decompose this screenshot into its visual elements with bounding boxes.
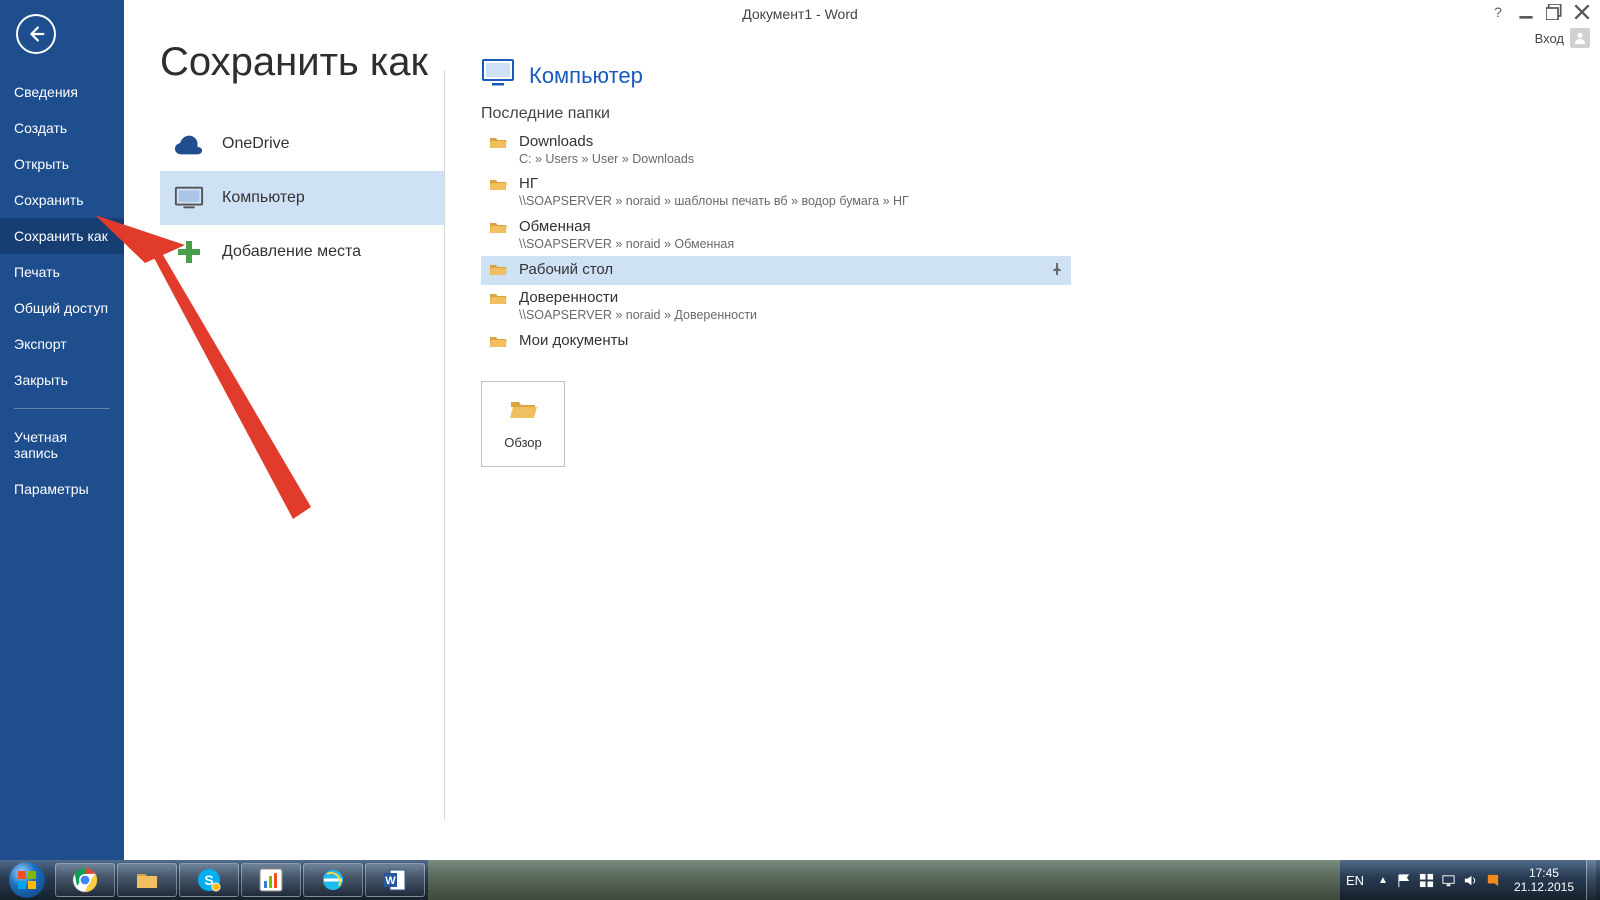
nav-item-close[interactable]: Закрыть — [0, 362, 124, 398]
recent-folder-row[interactable]: DownloadsC: » Users » User » Downloads — [481, 129, 1071, 171]
folder-name: Мои документы — [519, 332, 628, 351]
nav-item-options[interactable]: Параметры — [0, 471, 124, 507]
folder-icon — [489, 133, 507, 154]
computer-icon — [174, 185, 204, 211]
pin-icon[interactable] — [1051, 262, 1063, 280]
place-computer[interactable]: Компьютер — [160, 171, 444, 225]
recent-folder-row[interactable]: Обменная\\SOAPSERVER » noraid » Обменная — [481, 214, 1071, 256]
place-onedrive[interactable]: OneDrive — [160, 117, 444, 171]
folder-icon — [489, 260, 507, 281]
show-desktop-button[interactable] — [1586, 860, 1596, 900]
close-window-button[interactable] — [1574, 4, 1590, 20]
panel-title: Компьютер — [529, 63, 643, 89]
tray-flag-icon[interactable] — [1396, 871, 1414, 889]
taskbar-background — [428, 860, 1340, 900]
tray-network-icon[interactable] — [1440, 871, 1458, 889]
folder-name: Рабочий стол — [519, 261, 613, 280]
recent-folders-list: DownloadsC: » Users » User » DownloadsНГ… — [481, 129, 1071, 357]
folder-path: \\SOAPSERVER » noraid » Доверенности — [519, 308, 757, 324]
folder-name: Downloads — [519, 133, 694, 152]
tray-apps-icon[interactable] — [1418, 871, 1436, 889]
place-addplace[interactable]: Добавление места — [160, 225, 444, 279]
tray-language[interactable]: EN — [1340, 873, 1370, 888]
svg-text:W: W — [385, 875, 396, 887]
computer-icon — [481, 58, 515, 93]
taskbar: S W EN ▲ 17:45 21.12.2015 — [0, 860, 1600, 900]
backstage-nav: Сведения Создать Открыть Сохранить Сохра… — [0, 0, 124, 860]
back-button[interactable] — [16, 14, 56, 54]
folder-path: \\SOAPSERVER » noraid » Обменная — [519, 237, 734, 253]
folder-icon — [489, 289, 507, 310]
nav-item-share[interactable]: Общий доступ — [0, 290, 124, 326]
start-button[interactable] — [0, 860, 54, 900]
nav-item-print[interactable]: Печать — [0, 254, 124, 290]
page-title: Сохранить как — [160, 40, 444, 85]
taskbar-ie[interactable] — [303, 863, 363, 897]
restore-button[interactable] — [1546, 4, 1562, 20]
onedrive-icon — [174, 131, 204, 157]
browse-button[interactable]: Обзор — [481, 381, 565, 467]
nav-item-open[interactable]: Открыть — [0, 146, 124, 182]
nav-item-account[interactable]: Учетная запись — [0, 419, 124, 471]
nav-separator — [14, 408, 110, 409]
recent-folder-row[interactable]: Рабочий стол — [481, 256, 1071, 285]
nav-item-create[interactable]: Создать — [0, 110, 124, 146]
nav-item-save[interactable]: Сохранить — [0, 182, 124, 218]
tray-volume-icon[interactable] — [1462, 871, 1480, 889]
taskbar-app-chart[interactable] — [241, 863, 301, 897]
folder-name: НГ — [519, 175, 909, 194]
place-label: Добавление места — [222, 243, 361, 261]
user-avatar-icon[interactable] — [1570, 28, 1590, 48]
folder-icon — [489, 332, 507, 353]
tray-action-center-icon[interactable] — [1484, 871, 1502, 889]
recent-folders-label: Последние папки — [481, 105, 1564, 123]
folder-icon — [489, 218, 507, 239]
browse-label: Обзор — [504, 435, 542, 450]
place-label: OneDrive — [222, 135, 290, 153]
recent-folder-row[interactable]: Доверенности\\SOAPSERVER » noraid » Дове… — [481, 285, 1071, 327]
signin-link[interactable]: Вход — [1535, 31, 1564, 46]
folder-path: \\SOAPSERVER » noraid » шаблоны печать в… — [519, 194, 909, 210]
taskbar-word[interactable]: W — [365, 863, 425, 897]
place-label: Компьютер — [222, 189, 305, 207]
minimize-button[interactable] — [1518, 4, 1534, 20]
folder-name: Доверенности — [519, 289, 757, 308]
recent-folder-row[interactable]: НГ\\SOAPSERVER » noraid » шаблоны печать… — [481, 171, 1071, 213]
tray-date: 21.12.2015 — [1514, 880, 1574, 894]
open-folder-icon — [509, 398, 537, 425]
nav-item-export[interactable]: Экспорт — [0, 326, 124, 362]
nav-item-info[interactable]: Сведения — [0, 74, 124, 110]
taskbar-explorer[interactable] — [117, 863, 177, 897]
tray-show-hidden-icons[interactable]: ▲ — [1374, 875, 1392, 886]
folder-path: C: » Users » User » Downloads — [519, 152, 694, 168]
tray-clock[interactable]: 17:45 21.12.2015 — [1506, 866, 1582, 895]
taskbar-chrome[interactable] — [55, 863, 115, 897]
add-place-icon — [174, 239, 204, 265]
folder-name: Обменная — [519, 218, 734, 237]
nav-item-saveas[interactable]: Сохранить как — [0, 218, 124, 254]
taskbar-skype[interactable]: S — [179, 863, 239, 897]
help-button[interactable]: ? — [1490, 4, 1506, 20]
folder-icon — [489, 175, 507, 196]
tray-time: 17:45 — [1529, 866, 1559, 880]
recent-folder-row[interactable]: Мои документы — [481, 328, 1071, 357]
